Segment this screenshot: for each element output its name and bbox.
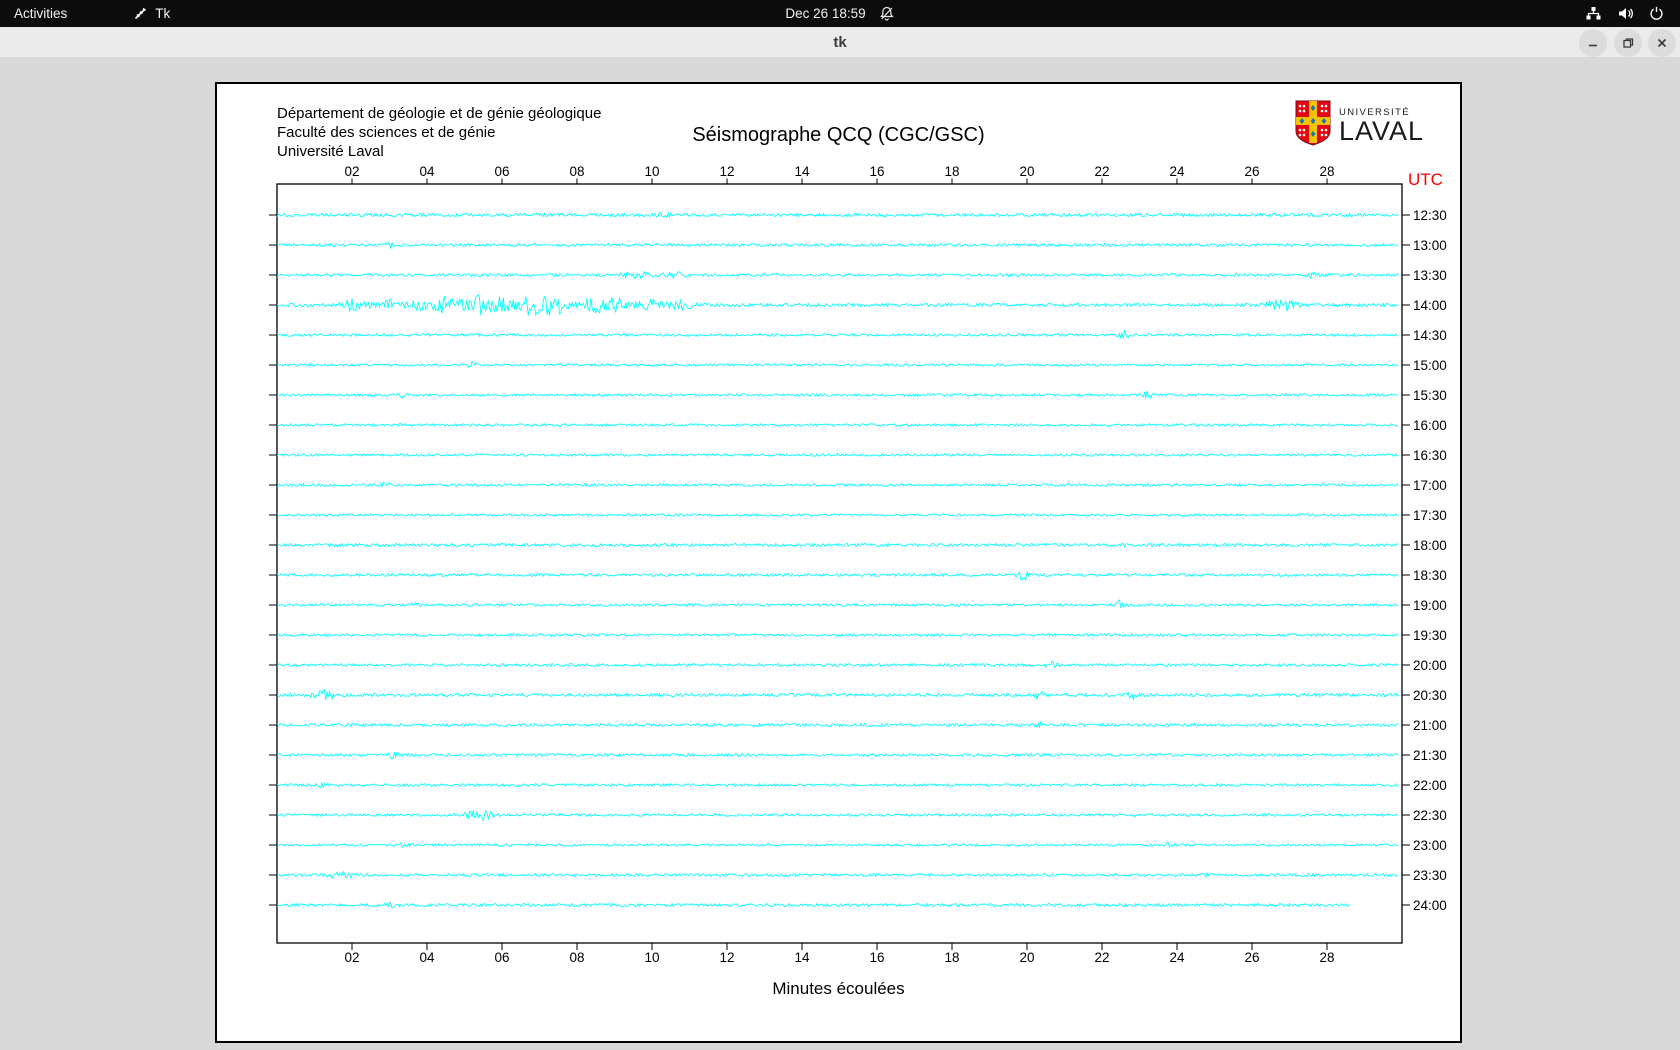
x-tick-label-top: 12 — [719, 164, 734, 179]
x-tick-label-top: 06 — [494, 164, 509, 179]
x-tick-label-top: 10 — [644, 164, 659, 179]
x-tick-label-top: 02 — [344, 164, 359, 179]
x-tick-label-bottom: 10 — [644, 950, 659, 965]
utc-row-label: 14:30 — [1413, 328, 1447, 343]
x-tick-label-bottom: 22 — [1094, 950, 1109, 965]
seismo-trace — [276, 542, 1399, 548]
x-tick-label-bottom: 24 — [1169, 950, 1185, 965]
maximize-button[interactable] — [1614, 29, 1642, 57]
close-button[interactable] — [1648, 29, 1676, 57]
utc-row-label: 20:00 — [1413, 658, 1447, 673]
utc-row-label: 22:30 — [1413, 808, 1447, 823]
tk-app-icon — [133, 6, 148, 21]
utc-row-label: 21:30 — [1413, 748, 1447, 763]
seismo-trace — [276, 632, 1399, 638]
x-tick-label-top: 16 — [869, 164, 884, 179]
system-status-area[interactable] — [1585, 0, 1680, 27]
x-tick-label-top: 18 — [944, 164, 959, 179]
seismo-trace — [277, 841, 1399, 849]
utc-row-label: 15:30 — [1413, 388, 1447, 403]
seismo-trace — [276, 571, 1399, 582]
seismo-trace — [276, 294, 1399, 317]
utc-row-label: 13:30 — [1413, 268, 1447, 283]
utc-row-label: 22:00 — [1413, 778, 1447, 793]
x-tick-label-bottom: 14 — [794, 950, 810, 965]
x-tick-label-bottom: 02 — [344, 950, 359, 965]
seismograph-canvas: Département de géologie et de génie géol… — [215, 82, 1462, 1043]
seismo-trace — [276, 211, 1399, 219]
window-titlebar[interactable]: tk — [0, 27, 1680, 58]
x-tick-label-top: 14 — [794, 164, 810, 179]
seismo-trace — [276, 422, 1399, 428]
activities-button[interactable]: Activities — [0, 0, 81, 27]
utc-row-label: 24:00 — [1413, 898, 1447, 913]
x-tick-label-top: 26 — [1244, 164, 1259, 179]
minimize-button[interactable] — [1579, 29, 1607, 57]
power-icon — [1649, 6, 1664, 21]
x-tick-label-bottom: 16 — [869, 950, 884, 965]
utc-row-label: 12:30 — [1413, 208, 1447, 223]
network-icon — [1585, 6, 1602, 21]
utc-row-label: 23:30 — [1413, 868, 1447, 883]
utc-row-label: 19:30 — [1413, 628, 1447, 643]
seismo-trace — [276, 452, 1399, 458]
seismo-trace — [276, 360, 1399, 369]
utc-row-label: 16:30 — [1413, 448, 1447, 463]
utc-row-label: 17:30 — [1413, 508, 1447, 523]
seismo-trace — [276, 512, 1399, 517]
seismo-trace — [276, 270, 1399, 280]
x-tick-label-bottom: 28 — [1319, 950, 1334, 965]
utc-row-label: 21:00 — [1413, 718, 1447, 733]
x-tick-label-bottom: 18 — [944, 950, 959, 965]
seismo-trace — [276, 660, 1399, 669]
x-tick-label-top: 08 — [569, 164, 584, 179]
volume-icon — [1617, 6, 1634, 21]
x-tick-label-top: 28 — [1319, 164, 1334, 179]
x-tick-label-bottom: 06 — [494, 950, 509, 965]
x-tick-label-bottom: 26 — [1244, 950, 1259, 965]
seismo-trace — [276, 688, 1399, 701]
seismo-trace — [276, 809, 1399, 822]
utc-row-label: 16:00 — [1413, 418, 1447, 433]
utc-row-label: 20:30 — [1413, 688, 1447, 703]
seismo-trace — [276, 329, 1399, 340]
utc-row-label: 15:00 — [1413, 358, 1447, 373]
tk-app-menu[interactable]: Tk — [133, 0, 170, 27]
seismo-trace — [276, 599, 1399, 609]
x-tick-label-top: 04 — [419, 164, 435, 179]
window-title: tk — [833, 34, 847, 51]
seismogram-plot: 02 02 04 04 06 06 08 08 10 10 12 12 14 14 16 16 18 18 20 20… — [269, 164, 1447, 965]
utc-row-label: 19:00 — [1413, 598, 1447, 613]
tk-app-menu-label: Tk — [155, 6, 171, 21]
plot-border — [276, 183, 1403, 944]
utc-row-label: 18:30 — [1413, 568, 1447, 583]
seismo-trace — [276, 241, 1399, 250]
x-tick-label-top: 24 — [1169, 164, 1185, 179]
seismo-trace — [276, 901, 1350, 909]
x-tick-label-bottom: 12 — [719, 950, 734, 965]
seismo-trace — [276, 751, 1399, 760]
x-tick-label-top: 22 — [1094, 164, 1109, 179]
x-tick-label-bottom: 04 — [419, 950, 435, 965]
x-tick-label-top: 20 — [1019, 164, 1034, 179]
seismo-trace — [276, 870, 1399, 880]
os-top-bar: Activities Tk Dec 26 18:59 — [0, 0, 1680, 27]
x-axis-title: Minutes écoulées — [772, 979, 905, 998]
x-tick-label-bottom: 08 — [569, 950, 584, 965]
tk-window-content: Département de géologie et de génie géol… — [0, 58, 1680, 1050]
utc-row-label: 23:00 — [1413, 838, 1447, 853]
seismo-trace — [276, 390, 1399, 400]
notifications-muted-icon — [880, 6, 895, 21]
utc-row-label: 14:00 — [1413, 298, 1447, 313]
utc-row-label: 13:00 — [1413, 238, 1447, 253]
x-tick-label-bottom: 20 — [1019, 950, 1034, 965]
seismo-trace — [276, 782, 1399, 789]
utc-row-label: 18:00 — [1413, 538, 1447, 553]
clock[interactable]: Dec 26 18:59 — [785, 6, 865, 21]
seismo-trace — [276, 481, 1399, 489]
utc-row-label: 17:00 — [1413, 478, 1447, 493]
seismo-trace — [276, 720, 1399, 729]
